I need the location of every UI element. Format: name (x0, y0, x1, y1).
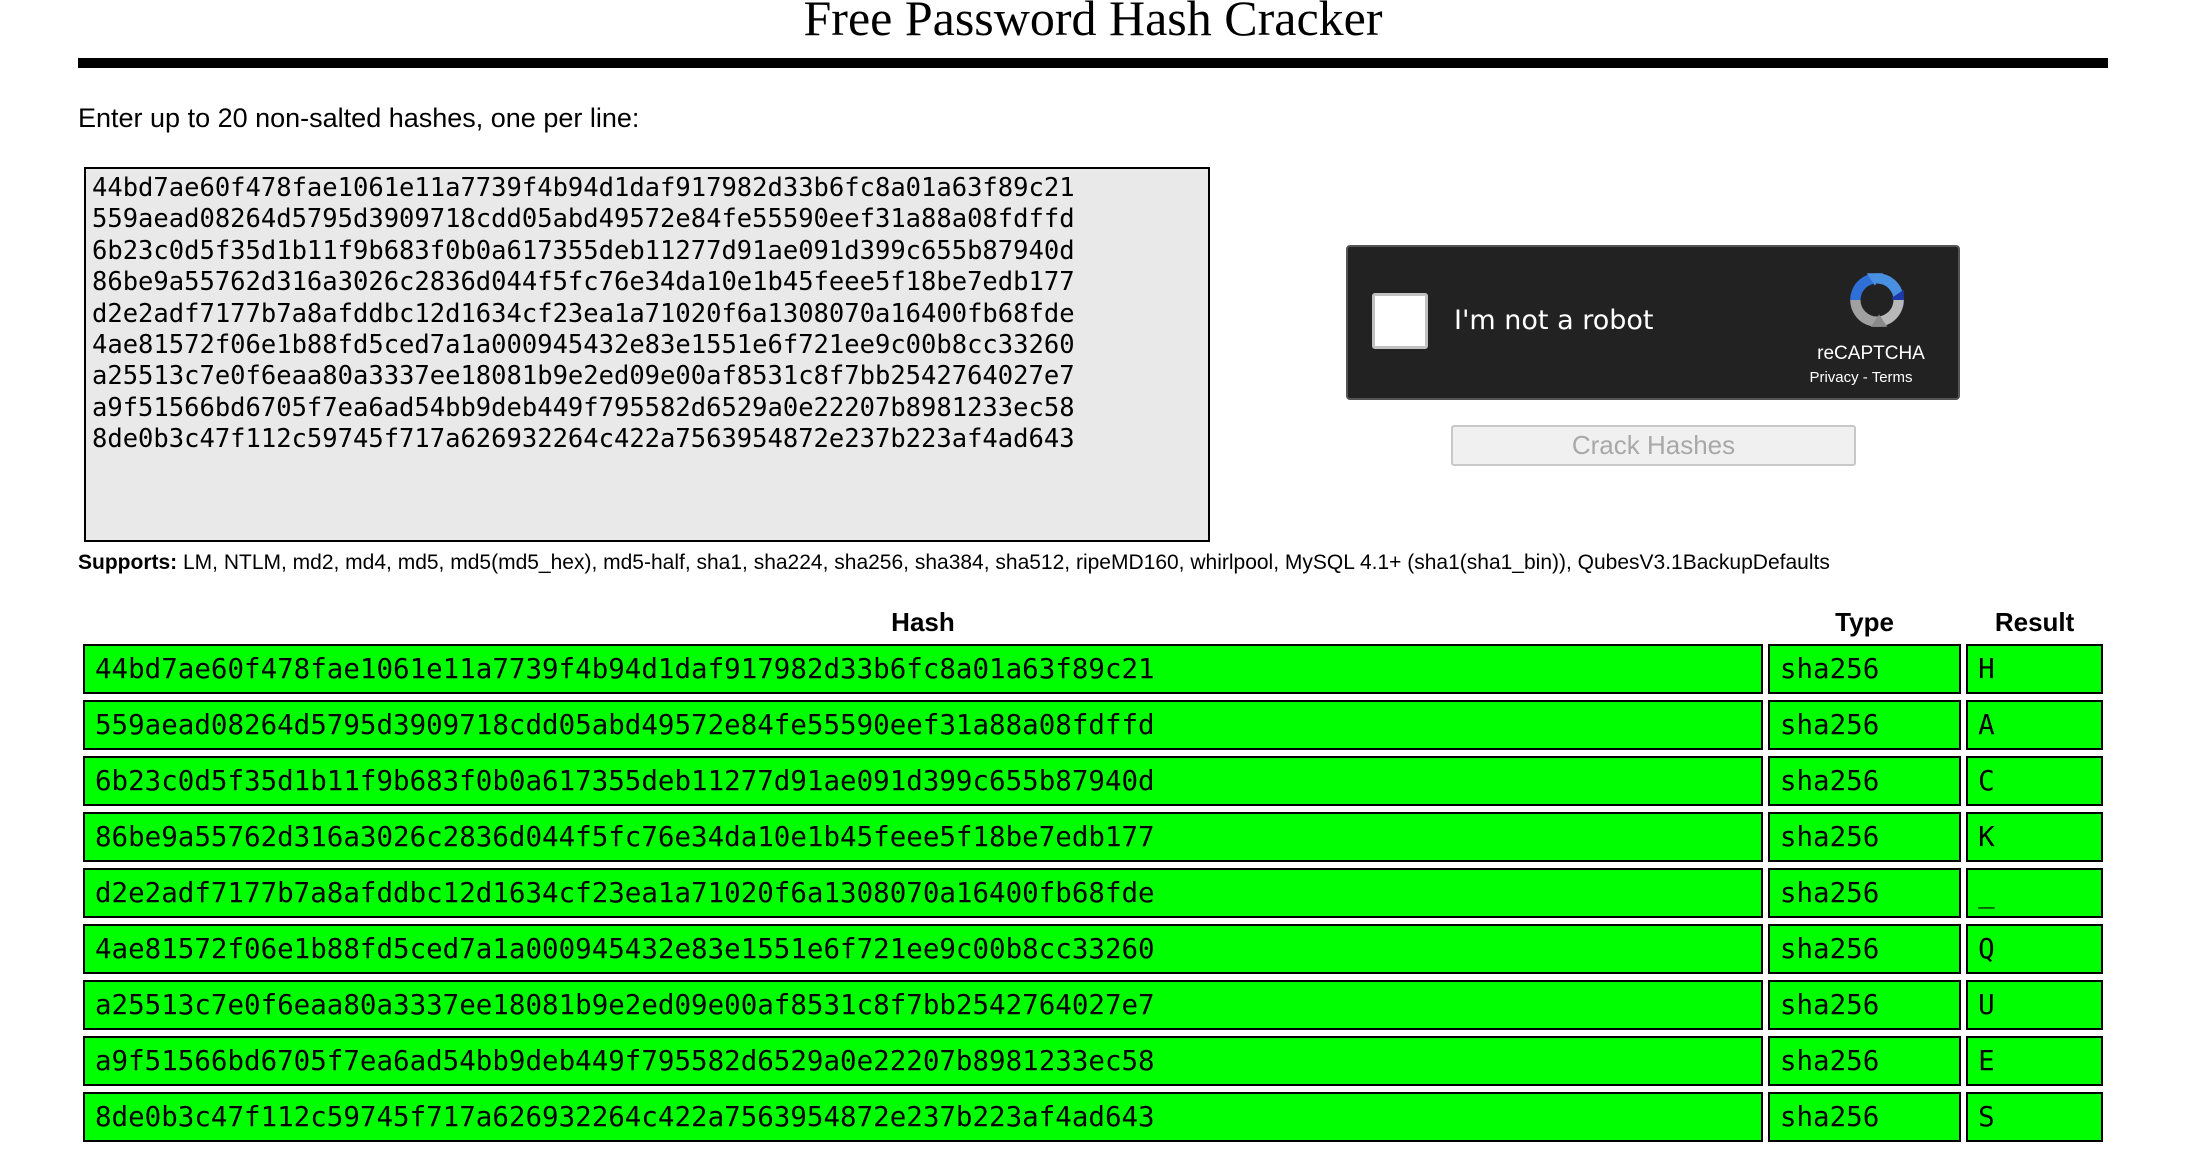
supported-algorithms: Supports: LM, NTLM, md2, md4, md5, md5(m… (78, 550, 1830, 576)
type-cell: sha256 (1767, 700, 1962, 750)
results-header-row: Hash Type Result (83, 604, 2103, 638)
type-cell: sha256 (1767, 812, 1962, 862)
table-row: 44bd7ae60f478fae1061e11a7739f4b94d1daf91… (83, 644, 2103, 694)
type-cell: sha256 (1767, 980, 1962, 1030)
result-cell: K (1966, 812, 2103, 862)
instructions-text: Enter up to 20 non-salted hashes, one pe… (78, 103, 640, 133)
recaptcha-label: I'm not a robot (1454, 305, 1654, 336)
recaptcha-link-separator: - (1858, 369, 1872, 386)
hash-cell: 4ae81572f06e1b88fd5ced7a1a000945432e83e1… (83, 924, 1763, 974)
type-cell: sha256 (1767, 1036, 1962, 1086)
hash-cell: 86be9a55762d316a3026c2836d044f5fc76e34da… (83, 812, 1763, 862)
table-row: 4ae81572f06e1b88fd5ced7a1a000945432e83e1… (83, 924, 2103, 974)
table-row: d2e2adf7177b7a8afddbc12d1634cf23ea1a7102… (83, 868, 2103, 918)
table-row: 86be9a55762d316a3026c2836d044f5fc76e34da… (83, 812, 2103, 862)
crack-hashes-button[interactable]: Crack Hashes (1451, 425, 1856, 466)
type-cell: sha256 (1767, 644, 1962, 694)
hash-cell: 6b23c0d5f35d1b11f9b683f0b0a617355deb1127… (83, 756, 1763, 806)
title-divider (78, 58, 2108, 68)
result-cell: E (1966, 1036, 2103, 1086)
supports-list: LM, NTLM, md2, md4, md5, md5(md5_hex), m… (177, 551, 1830, 574)
hash-cell: a9f51566bd6705f7ea6ad54bb9deb449f795582d… (83, 1036, 1763, 1086)
result-cell: Q (1966, 924, 2103, 974)
recaptcha-terms-link[interactable]: Terms (1872, 369, 1913, 386)
supports-label: Supports: (78, 551, 178, 574)
hash-cell: 8de0b3c47f112c59745f717a626932264c422a75… (83, 1092, 1763, 1142)
recaptcha-brand: reCAPTCHA (1817, 343, 1925, 364)
table-row: a25513c7e0f6eaa80a3337ee18081b9e2ed09e00… (83, 980, 2103, 1030)
recaptcha-widget: I'm not a robot reCAPTCHA Privacy - Term… (1346, 245, 1960, 400)
recaptcha-privacy-link[interactable]: Privacy (1809, 369, 1858, 386)
table-row: a9f51566bd6705f7ea6ad54bb9deb449f795582d… (83, 1036, 2103, 1086)
column-header-type: Type (1835, 607, 1894, 637)
result-cell: U (1966, 980, 2103, 1030)
type-cell: sha256 (1767, 924, 1962, 974)
result-cell: C (1966, 756, 2103, 806)
column-header-result: Result (1994, 607, 2075, 637)
recaptcha-logo-icon (1850, 273, 1904, 327)
recaptcha-checkbox[interactable] (1372, 293, 1428, 349)
hash-cell: a25513c7e0f6eaa80a3337ee18081b9e2ed09e00… (83, 980, 1763, 1030)
result-cell: S (1966, 1092, 2103, 1142)
type-cell: sha256 (1767, 756, 1962, 806)
results-table: Hash Type Result 44bd7ae60f478fae1061e11… (78, 598, 2108, 1148)
table-row: 559aead08264d5795d3909718cdd05abd49572e8… (83, 700, 2103, 750)
result-cell: A (1966, 700, 2103, 750)
page-title: Free Password Hash Cracker (803, 0, 1383, 46)
hash-cell: d2e2adf7177b7a8afddbc12d1634cf23ea1a7102… (83, 868, 1763, 918)
table-row: 6b23c0d5f35d1b11f9b683f0b0a617355deb1127… (83, 756, 2103, 806)
table-row: 8de0b3c47f112c59745f717a626932264c422a75… (83, 1092, 2103, 1142)
column-header-hash: Hash (891, 607, 955, 637)
type-cell: sha256 (1767, 1092, 1962, 1142)
result-cell: _ (1966, 868, 2103, 918)
recaptcha-links: Privacy - Terms (1786, 369, 1936, 387)
hashes-textarea[interactable]: 44bd7ae60f478fae1061e11a7739f4b94d1daf91… (84, 167, 1210, 542)
result-cell: H (1966, 644, 2103, 694)
hash-cell: 559aead08264d5795d3909718cdd05abd49572e8… (83, 700, 1763, 750)
hash-cell: 44bd7ae60f478fae1061e11a7739f4b94d1daf91… (83, 644, 1763, 694)
type-cell: sha256 (1767, 868, 1962, 918)
